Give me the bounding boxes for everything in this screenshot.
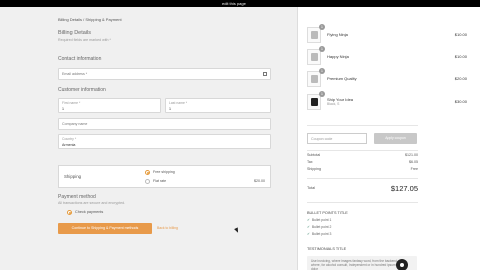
bullet-points-title: BULLET POINTS TITLE [307, 211, 348, 215]
check-payments-label: Check payments [75, 210, 104, 214]
email-field[interactable]: Email address * [58, 68, 271, 80]
tshirt-icon [311, 31, 318, 39]
shipping-heading: Shipping [64, 174, 82, 179]
tshirt-icon [311, 75, 318, 83]
cart-item: 1 Premium Quality $20.00 [307, 68, 467, 89]
total-label: Total [307, 186, 316, 190]
back-link[interactable]: Back to billing [157, 226, 178, 230]
bullet-point: Bullet point 2 [307, 225, 332, 229]
tshirt-icon [311, 53, 318, 61]
hoodie-icon [311, 98, 318, 106]
product-price: $10.00 [454, 32, 467, 37]
bullet-point: Bullet point 3 [307, 232, 332, 236]
product-price: $10.00 [454, 54, 467, 59]
testimonial-text: Use invoicing, where images fantasy word… [311, 259, 403, 270]
edit-page-link[interactable]: edit this page [222, 0, 246, 7]
cart-item: 1 Flying Ninja $10.00 [307, 24, 467, 45]
first-name-value: 1 [62, 107, 64, 111]
quantity-badge: 1 [319, 91, 325, 97]
product-thumbnail [307, 49, 321, 65]
divider [307, 150, 418, 151]
breadcrumb: Billing Details / Shipping & Payment [58, 17, 122, 22]
total-value: $127.05 [390, 184, 418, 193]
last-name-label: Last name * [169, 101, 188, 105]
payment-heading: Payment method [58, 194, 96, 200]
product-variant: Black, S [327, 102, 340, 106]
flat-rate-radio[interactable] [145, 179, 150, 184]
coupon-input[interactable]: Coupon code [307, 133, 367, 144]
product-price: $30.00 [454, 99, 467, 104]
cart-item: 1 Ship Your Idea Black, S $30.00 [307, 91, 467, 112]
continue-button-label: Continue to Shipping & Payment methods [71, 226, 139, 230]
shipping-box: Shipping Free shipping Flat rate $20.00 [58, 165, 271, 188]
email-placeholder: Email address * [62, 72, 88, 76]
last-name-value: 1 [169, 107, 171, 111]
payment-subtitle: All transactions are secure and encrypte… [58, 201, 126, 205]
contact-card-icon [263, 72, 267, 76]
product-name: Flying Ninja [327, 32, 348, 37]
divider [307, 125, 418, 126]
chat-bubble-icon[interactable] [396, 259, 408, 270]
flat-rate-label: Flat rate [153, 179, 167, 183]
testimonials-title: TESTIMONIALS TITLE [307, 247, 347, 251]
tax-value: $6.05 [409, 160, 418, 164]
customer-heading: Customer information [58, 87, 106, 93]
first-name-label: First name * [62, 101, 81, 105]
quantity-badge: 1 [319, 24, 325, 30]
last-name-field[interactable]: Last name * 1 [165, 98, 271, 113]
summary-content: 1 Flying Ninja $10.00 1 Happy Ninja $10.… [297, 7, 480, 270]
top-admin-bar: edit this page [0, 0, 480, 7]
subtotal-label: Subtotal [307, 153, 321, 157]
product-thumbnail [307, 71, 321, 87]
shipping-label: Shipping [307, 167, 321, 171]
company-placeholder: Company name [62, 122, 88, 126]
coupon-placeholder: Coupon code [311, 137, 333, 141]
total-row: Total $127.05 [307, 184, 418, 193]
free-shipping-radio[interactable] [145, 170, 150, 175]
apply-coupon-button[interactable]: Apply coupon [374, 133, 417, 144]
contact-heading: Contact information [58, 56, 102, 62]
apply-coupon-label: Apply coupon [385, 136, 406, 140]
quantity-badge: 1 [319, 46, 325, 52]
product-name: Premium Quality [327, 76, 357, 81]
flat-rate-price: $20.00 [254, 179, 265, 183]
product-thumbnail [307, 27, 321, 43]
first-name-field[interactable]: First name * 1 [58, 98, 161, 113]
product-name: Happy Ninja [327, 54, 349, 59]
subtotal-value: $121.00 [405, 153, 418, 157]
shipping-row: Shipping Free [307, 167, 418, 171]
quantity-badge: 1 [319, 68, 325, 74]
subtotal-row: Subtotal $121.00 [307, 153, 418, 157]
country-value: Armenia [62, 143, 76, 147]
billing-title: Billing Details [58, 30, 92, 36]
continue-button[interactable]: Continue to Shipping & Payment methods [58, 223, 152, 234]
billing-subtitle: Required fields are marked with * [58, 38, 111, 42]
country-label: Country * [62, 137, 77, 141]
product-thumbnail [307, 94, 321, 110]
cart-item: 1 Happy Ninja $10.00 [307, 46, 467, 67]
tax-row: Tax $6.05 [307, 160, 418, 164]
bullet-point: Bullet point 1 [307, 218, 332, 222]
divider [307, 202, 418, 203]
product-price: $20.00 [454, 76, 467, 81]
free-shipping-label: Free shipping [153, 170, 175, 174]
tax-label: Tax [307, 160, 313, 164]
divider [307, 178, 418, 179]
country-select[interactable]: Country * Armenia [58, 134, 271, 149]
shipping-value: Free [410, 167, 418, 171]
check-payments-radio[interactable] [67, 210, 72, 215]
company-field[interactable]: Company name [58, 118, 271, 130]
